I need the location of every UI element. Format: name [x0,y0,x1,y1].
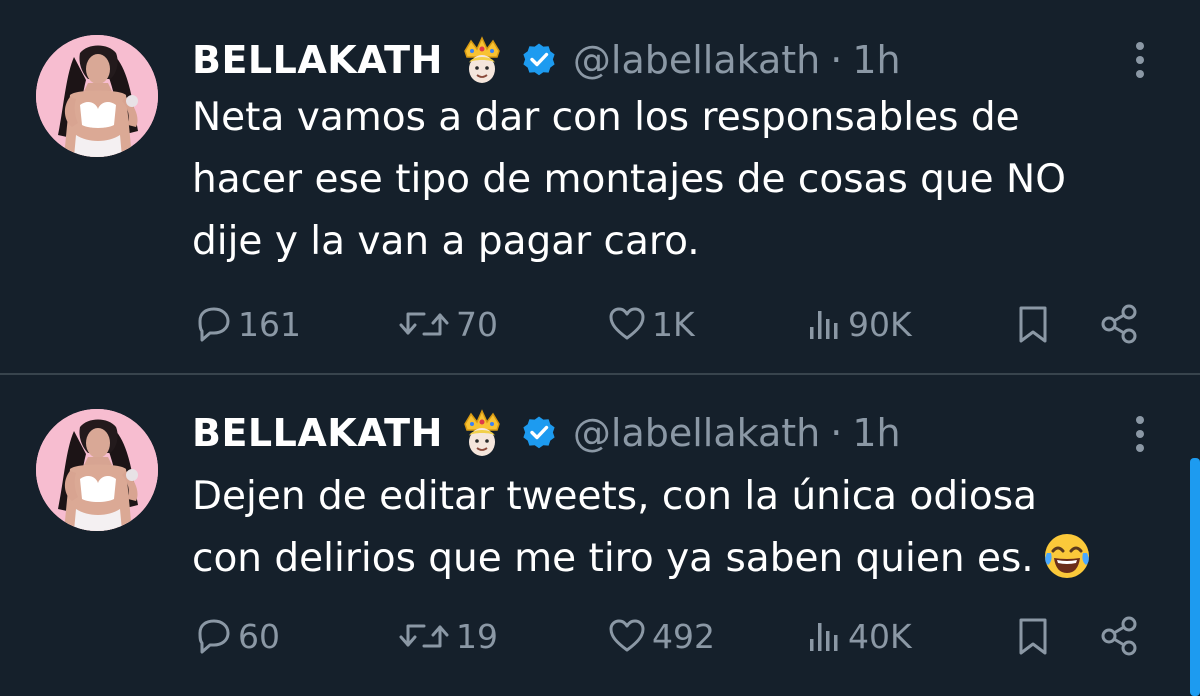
handle[interactable]: @labellakath [573,38,820,82]
like-button[interactable]: 1K [606,296,695,352]
bookmark-icon [1019,306,1047,343]
avatar[interactable] [36,409,158,531]
action-bar: 60 19 492 40K [0,608,1200,664]
share-icon [1101,304,1137,344]
views-count: 40K [848,616,912,656]
verified-badge-icon[interactable] [521,414,557,451]
crown-emoji-icon [457,408,507,458]
retweet-button[interactable]: 70 [396,296,498,352]
like-icon [609,619,645,652]
more-icon[interactable] [1122,412,1158,456]
views-icon [810,623,838,651]
crown-emoji-icon [457,35,507,85]
like-count: 1K [652,304,695,344]
reply-count: 60 [238,616,280,656]
bookmark-icon [1019,618,1047,655]
timestamp[interactable]: 1h [852,38,900,82]
like-icon [609,307,645,340]
action-bar: 161 70 1K 90K [0,296,1200,352]
retweet-icon [399,624,449,648]
retweet-count: 70 [456,304,498,344]
display-name[interactable]: BELLAKATH [192,411,443,455]
reply-icon [198,307,230,342]
like-button[interactable]: 492 [606,608,715,664]
verified-badge-icon[interactable] [521,41,557,78]
tweet-header: BELLAKATH @labellakath · 1h [192,406,901,460]
avatar[interactable] [36,35,158,157]
share-button[interactable] [1098,608,1142,664]
handle[interactable]: @labellakath [573,411,820,455]
share-button[interactable] [1098,296,1142,352]
views-button[interactable]: 90K [804,296,912,352]
retweet-button[interactable]: 19 [396,608,498,664]
views-count: 90K [848,304,912,344]
reply-button[interactable]: 60 [192,608,280,664]
bookmark-button[interactable] [1014,296,1052,352]
timestamp[interactable]: 1h [852,411,900,455]
timeline: BELLAKATH @labellakath · 1h Neta vamos a… [0,0,1200,696]
retweet-icon [399,312,449,336]
tweet-text-line: con delirios que me tiro ya saben quien … [192,536,1034,581]
tweet-text-line: dije y la van a pagar caro. [192,219,700,264]
share-icon [1101,616,1137,656]
display-name[interactable]: BELLAKATH [192,38,443,82]
reply-button[interactable]: 161 [192,296,301,352]
tweet-text: Neta vamos a dar con los responsables de… [192,87,1152,273]
tweet-text: Dejen de editar tweets, con la única odi… [192,466,1152,590]
tweet-text-line-with-emoji: con delirios que me tiro ya saben quien … [192,528,1152,590]
views-button[interactable]: 40K [804,608,912,664]
scrollbar[interactable] [1190,458,1200,696]
tweet-text-line: Dejen de editar tweets, con la única odi… [192,474,1037,519]
tweet[interactable]: BELLAKATH @labellakath · 1h Neta vamos a… [0,0,1200,375]
bookmark-button[interactable] [1014,608,1052,664]
tweet-header: BELLAKATH @labellakath · 1h [192,33,901,87]
tweet[interactable]: BELLAKATH @labellakath · 1h Dejen de edi… [0,377,1200,696]
reply-count: 161 [238,304,301,344]
like-count: 492 [652,616,715,656]
laughing-crying-emoji-icon [1042,531,1092,581]
retweet-count: 19 [456,616,498,656]
views-icon [810,311,838,339]
more-icon[interactable] [1122,38,1158,82]
separator-dot: · [830,38,843,82]
tweet-text-line: hacer ese tipo de montajes de cosas que … [192,157,1066,202]
reply-icon [198,619,230,654]
tweet-text-line: Neta vamos a dar con los responsables de [192,95,1020,140]
separator-dot: · [830,411,843,455]
